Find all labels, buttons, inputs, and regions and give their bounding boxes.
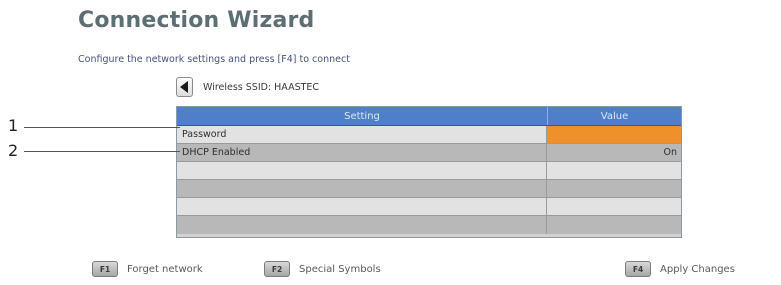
table-header: Setting Value bbox=[177, 107, 681, 126]
dhcp-value-field[interactable]: On bbox=[547, 144, 681, 161]
table-cell-setting bbox=[177, 180, 547, 197]
table-cell-value bbox=[547, 162, 681, 179]
forget-network-label: Forget network bbox=[127, 263, 203, 275]
table-row bbox=[177, 162, 681, 180]
callout-number-2: 2 bbox=[8, 141, 19, 160]
left-arrow-icon bbox=[180, 81, 188, 93]
wizard-title: Connection Wizard bbox=[78, 8, 315, 33]
special-symbols-label: Special Symbols bbox=[299, 263, 381, 275]
apply-changes-label: Apply Changes bbox=[660, 263, 735, 275]
settings-table: Setting Value Password DHCP Enabled On bbox=[176, 106, 682, 238]
instructions-text: Configure the network settings and press… bbox=[78, 54, 350, 65]
table-row bbox=[177, 180, 681, 198]
password-setting-label: Password bbox=[177, 126, 547, 143]
previous-network-button[interactable] bbox=[176, 77, 193, 97]
callout-line-2 bbox=[24, 151, 180, 152]
footer-f4: F4 Apply Changes bbox=[625, 259, 735, 279]
table-cell-value bbox=[547, 216, 681, 234]
callout-line-1 bbox=[24, 127, 180, 128]
f4-key-button[interactable]: F4 bbox=[625, 261, 651, 277]
table-cell-setting bbox=[177, 216, 547, 234]
footer-f2: F2 Special Symbols bbox=[264, 259, 381, 279]
table-cell-value bbox=[547, 180, 681, 197]
table-row-dhcp[interactable]: DHCP Enabled On bbox=[177, 144, 681, 162]
table-row bbox=[177, 216, 681, 234]
f2-key-button[interactable]: F2 bbox=[264, 261, 290, 277]
value-column-header: Value bbox=[600, 110, 629, 122]
footer-f1: F1 Forget network bbox=[92, 259, 203, 279]
password-value-field[interactable] bbox=[547, 126, 681, 143]
dhcp-setting-label: DHCP Enabled bbox=[177, 144, 547, 161]
ssid-label: Wireless SSID: HAASTEC bbox=[203, 81, 320, 93]
table-cell-setting bbox=[177, 162, 547, 179]
table-row bbox=[177, 198, 681, 216]
table-row-password[interactable]: Password bbox=[177, 126, 681, 144]
ssid-selector: Wireless SSID: HAASTEC bbox=[176, 76, 319, 98]
f1-key-button[interactable]: F1 bbox=[92, 261, 118, 277]
table-cell-setting bbox=[177, 198, 547, 215]
table-cell-value bbox=[547, 198, 681, 215]
setting-column-header: Setting bbox=[177, 107, 548, 125]
callout-number-1: 1 bbox=[8, 116, 19, 135]
